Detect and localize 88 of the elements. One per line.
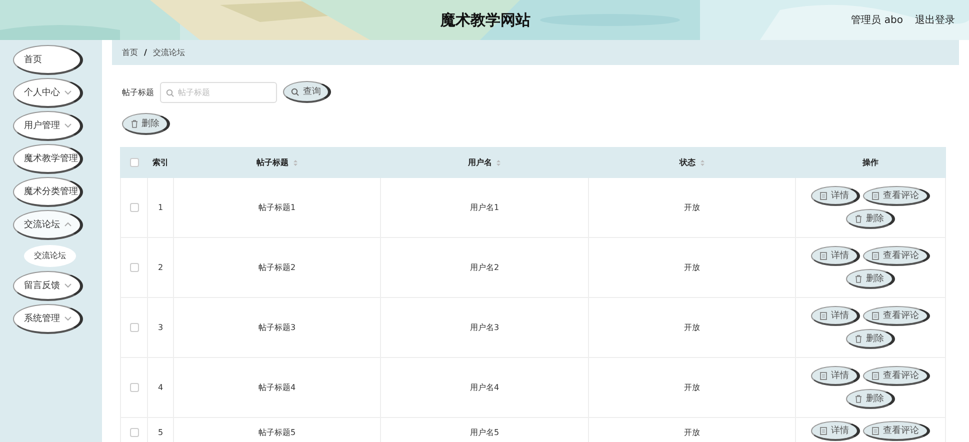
chevron-icon: [64, 90, 72, 95]
search-field[interactable]: 帖子标题: [160, 82, 277, 102]
search-label: 帖子标题: [122, 86, 154, 98]
column-header[interactable]: 状态: [680, 157, 704, 168]
trash-icon: [855, 214, 862, 222]
table-cell: 2: [158, 263, 164, 272]
menu-item[interactable]: 个人中心: [13, 78, 83, 108]
document-icon: [820, 372, 827, 380]
document-icon: [820, 192, 827, 200]
table-cell: 帖子标题3: [258, 323, 296, 332]
table-cell: 用户名4: [470, 383, 500, 392]
breadcrumb-current: 交流论坛: [152, 47, 185, 58]
table-cell: 用户名3: [470, 323, 500, 332]
comments-button[interactable]: 查看评论: [863, 366, 930, 386]
document-icon: [872, 312, 879, 320]
delete-button[interactable]: 删除: [846, 209, 895, 229]
comments-button[interactable]: 查看评论: [863, 306, 930, 326]
document-icon: [820, 252, 827, 260]
row-checkbox[interactable]: [130, 263, 138, 272]
submenu-item[interactable]: 交流论坛: [24, 244, 76, 266]
row-checkbox[interactable]: [130, 203, 138, 212]
document-icon: [820, 312, 827, 320]
table-cell: 开放: [684, 428, 700, 437]
menu-item[interactable]: 首页: [13, 45, 83, 75]
breadcrumb-separator: /: [144, 48, 147, 57]
menu-item[interactable]: 系统管理: [13, 304, 83, 334]
search-button[interactable]: 查询: [283, 81, 331, 103]
comments-button[interactable]: 查看评论: [863, 246, 930, 266]
table-cell: 1: [158, 203, 164, 212]
trash-icon: [130, 120, 138, 128]
menu-item[interactable]: 留言反馈: [13, 270, 83, 300]
table-cell: 用户名2: [470, 263, 500, 272]
table-cell: 开放: [684, 263, 700, 272]
menu-item[interactable]: 用户管理: [13, 111, 83, 141]
table-cell: 开放: [684, 203, 700, 212]
document-icon: [872, 372, 879, 380]
table-cell: 帖子标题1: [258, 203, 296, 212]
details-button[interactable]: 详情: [811, 421, 860, 441]
trash-icon: [855, 274, 862, 282]
menu-item[interactable]: 交流论坛: [13, 210, 83, 240]
column-header: 操作: [862, 157, 878, 168]
details-button[interactable]: 详情: [811, 186, 860, 206]
table-cell: 帖子标题5: [258, 428, 296, 437]
table-cell: 4: [158, 383, 164, 392]
select-all-checkbox[interactable]: [130, 158, 138, 168]
chevron-icon: [64, 282, 72, 288]
table-cell: 5: [158, 428, 164, 437]
sort-icon: [292, 158, 298, 166]
sort-icon: [700, 158, 704, 166]
chevron-icon: [64, 123, 72, 128]
document-icon: [820, 426, 827, 434]
document-icon: [872, 192, 879, 200]
table-cell: 开放: [684, 323, 700, 332]
site-title: 魔术教学网站: [439, 10, 532, 30]
search-icon: [291, 88, 299, 96]
comments-button[interactable]: 查看评论: [863, 186, 930, 206]
table-cell: 用户名1: [470, 203, 500, 212]
menu-item[interactable]: 魔术教学管理: [13, 144, 83, 174]
column-header[interactable]: 帖子标题: [256, 157, 298, 168]
table-cell: 用户名5: [470, 428, 500, 437]
chevron-icon: [64, 316, 72, 320]
details-button[interactable]: 详情: [811, 366, 860, 386]
delete-button[interactable]: 删除: [846, 389, 895, 409]
document-icon: [872, 426, 879, 434]
details-button[interactable]: 详情: [811, 246, 860, 266]
logout-link[interactable]: 退出登录: [915, 13, 955, 27]
table-cell: 开放: [684, 383, 700, 392]
column-header: 索引: [152, 157, 168, 168]
row-checkbox[interactable]: [130, 428, 138, 438]
document-icon: [872, 252, 879, 260]
trash-icon: [855, 394, 862, 402]
table-cell: 帖子标题2: [258, 263, 296, 272]
row-checkbox[interactable]: [130, 383, 138, 392]
menu-item[interactable]: 魔术分类管理: [13, 177, 83, 207]
table-cell: 3: [158, 323, 164, 332]
breadcrumb-link[interactable]: 首页: [122, 47, 138, 58]
table-cell: 帖子标题4: [258, 383, 296, 392]
user-name: 管理员 abo: [851, 14, 903, 27]
delete-button[interactable]: 删除: [122, 113, 170, 135]
row-checkbox[interactable]: [130, 323, 138, 332]
delete-button[interactable]: 删除: [846, 269, 895, 289]
column-header[interactable]: 用户名: [468, 157, 501, 168]
delete-button[interactable]: 删除: [846, 329, 895, 349]
trash-icon: [855, 334, 862, 342]
details-button[interactable]: 详情: [811, 306, 860, 326]
comments-button[interactable]: 查看评论: [863, 421, 930, 441]
chevron-icon: [64, 222, 72, 227]
sort-icon: [496, 158, 501, 166]
